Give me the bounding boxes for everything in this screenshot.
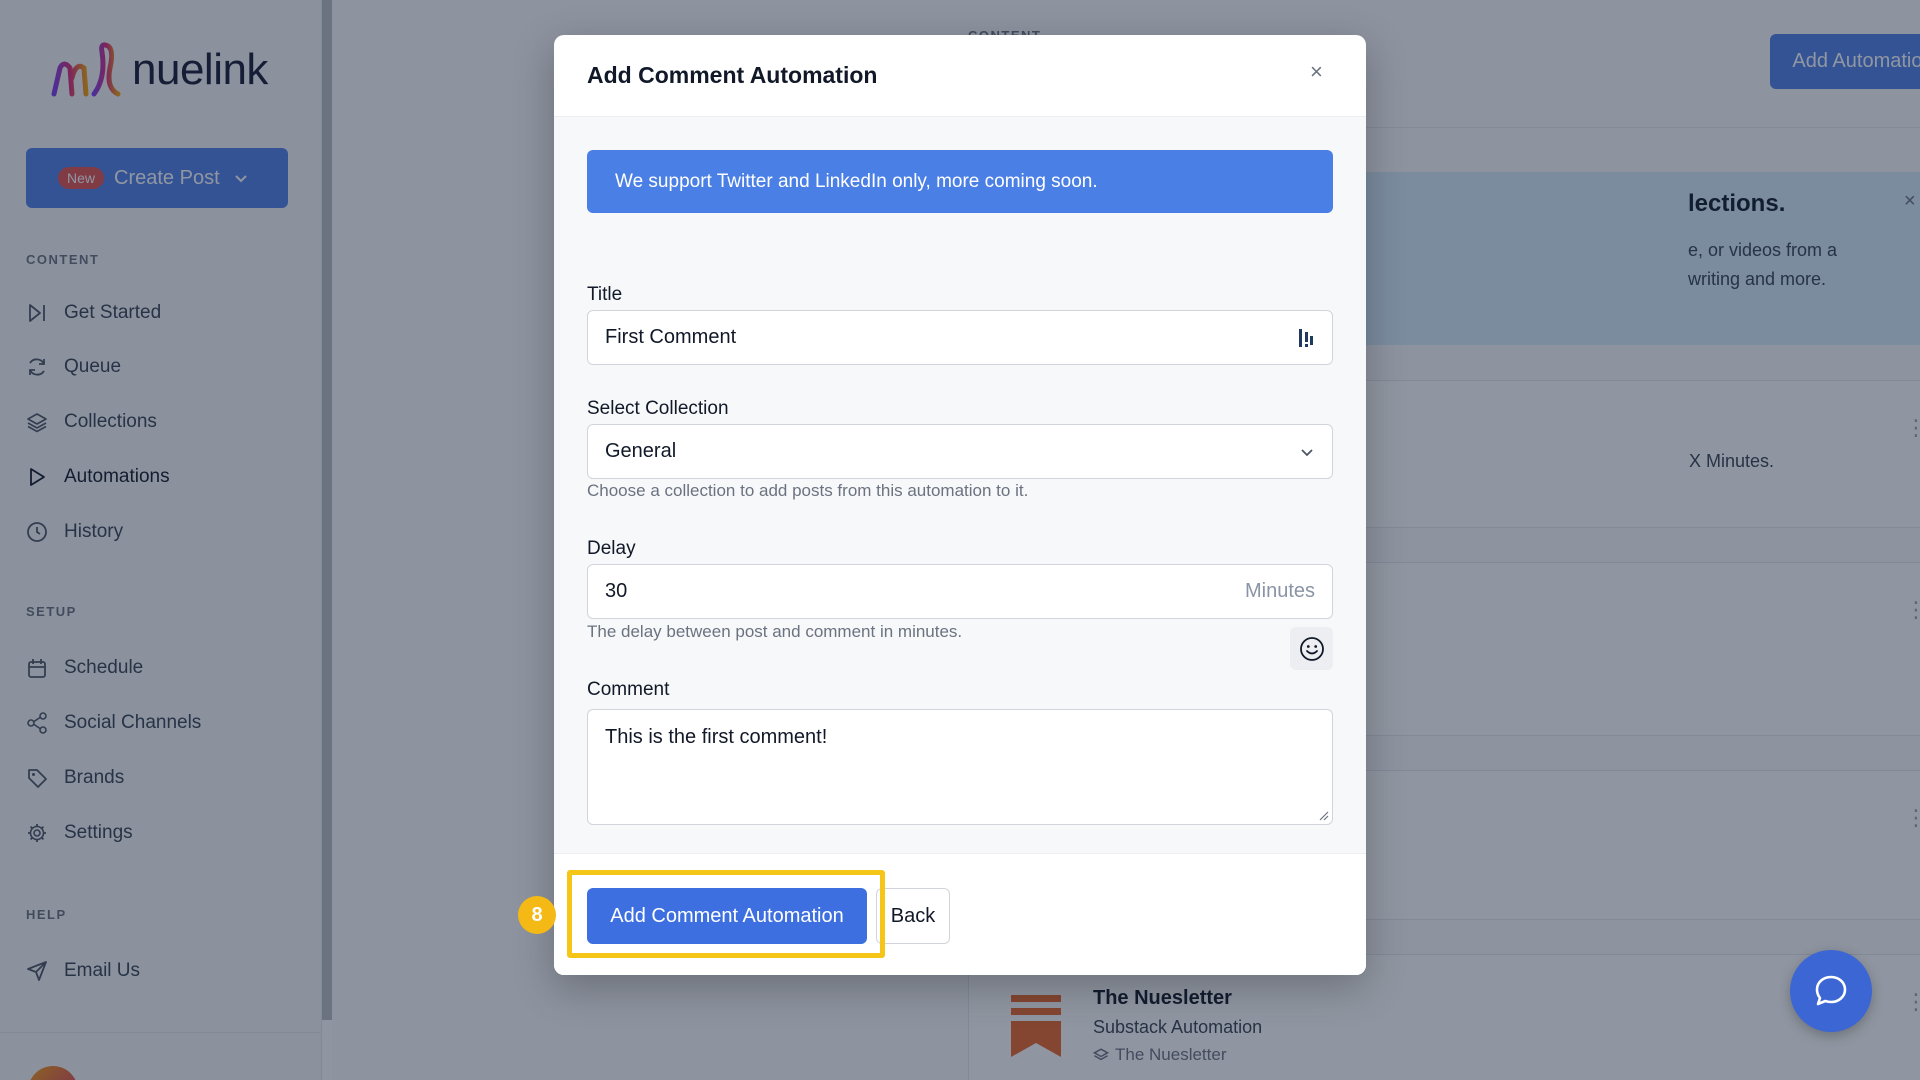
close-icon[interactable]: × <box>1310 61 1323 83</box>
title-field[interactable]: First Comment <box>587 310 1333 365</box>
tutorial-highlight <box>567 870 885 958</box>
add-comment-automation-modal: Add Comment Automation × We support Twit… <box>554 35 1366 975</box>
modal-title: Add Comment Automation <box>587 62 878 88</box>
delay-label: Delay <box>587 538 636 559</box>
comment-label: Comment <box>587 679 670 700</box>
chevron-down-icon <box>1301 448 1313 456</box>
collection-select[interactable]: General <box>587 424 1333 479</box>
collection-help-text: Choose a collection to add posts from th… <box>587 481 1029 500</box>
info-alert: We support Twitter and LinkedIn only, mo… <box>587 150 1333 213</box>
modal-header: Add Comment Automation × <box>554 35 1366 117</box>
password-manager-icon[interactable] <box>1297 327 1315 349</box>
modal-body: We support Twitter and LinkedIn only, mo… <box>554 117 1366 853</box>
step-number-badge: 8 <box>518 896 556 934</box>
emoji-picker-button[interactable] <box>1290 627 1333 670</box>
title-label: Title <box>587 284 623 305</box>
delay-help-text: The delay between post and comment in mi… <box>587 622 963 641</box>
resize-handle-icon[interactable] <box>1317 809 1329 821</box>
delay-input-value: 30 <box>605 580 628 602</box>
delay-unit: Minutes <box>1244 580 1315 602</box>
chat-launcher-button[interactable] <box>1790 950 1872 1032</box>
smiley-icon <box>1299 636 1324 661</box>
comment-textarea-value: This is the first comment! <box>605 726 828 748</box>
chat-bubble-icon <box>1815 975 1847 1006</box>
delay-input[interactable]: 30 Minutes <box>587 564 1333 619</box>
collection-label: Select Collection <box>587 398 729 419</box>
collection-select-value: General <box>605 440 677 462</box>
back-button[interactable]: Back <box>876 888 950 944</box>
title-field-value: First Comment <box>605 326 737 348</box>
comment-textarea[interactable]: This is the first comment! <box>587 709 1333 825</box>
